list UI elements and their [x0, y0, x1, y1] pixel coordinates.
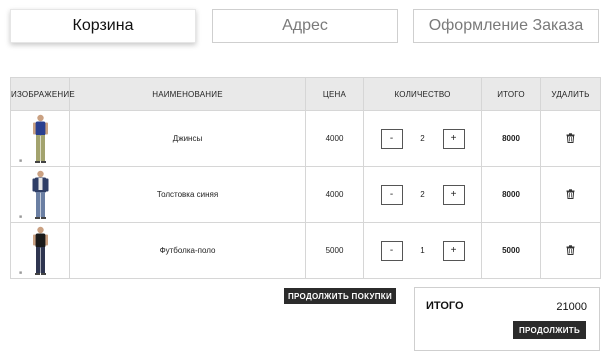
product-price: 4000 [305, 110, 364, 167]
product-price: 4000 [305, 166, 364, 223]
shirt-shape [35, 233, 46, 248]
checkout-button[interactable]: ПРОДОЛЖИТЬ [513, 321, 586, 339]
increase-button[interactable]: + [442, 128, 465, 149]
product-name: Джинсы [69, 110, 306, 167]
pants-left-shape [36, 247, 41, 273]
quantity-stepper: - 1 + [364, 240, 481, 261]
row-total: 8000 [481, 110, 541, 167]
decrease-button[interactable]: - [380, 128, 403, 149]
person-figure-icon [33, 114, 48, 163]
product-name: Толстовка синяя [69, 166, 306, 223]
pants-left-shape [36, 192, 41, 217]
trash-icon[interactable] [566, 244, 575, 257]
summary-total-label: ИТОГО [426, 300, 464, 312]
image-marker-icon: ■ [19, 270, 23, 276]
image-marker-icon: ■ [19, 214, 23, 220]
product-name: Футболка-поло [69, 222, 306, 279]
product-image[interactable]: ■ [11, 223, 70, 278]
pants-right-shape [40, 192, 45, 217]
header-price: ЦЕНА [305, 77, 364, 111]
product-price: 5000 [305, 222, 364, 279]
table-row: ■ Джинсы 4000 - 2 + 8000 [10, 110, 601, 167]
step-address-tab[interactable]: Адрес [212, 9, 398, 43]
row-total: 5000 [481, 222, 541, 279]
quantity-value: 2 [420, 190, 425, 199]
quantity-value: 1 [420, 246, 425, 255]
shirt-shape [35, 121, 46, 136]
header-total: ИТОГО [481, 77, 541, 111]
header-quantity: КОЛИЧЕСТВО [363, 77, 482, 111]
pants-right-shape [40, 247, 45, 273]
quantity-stepper: - 2 + [364, 128, 481, 149]
product-image[interactable]: ■ [11, 111, 70, 166]
order-summary: ИТОГО 21000 ПРОДОЛЖИТЬ [414, 287, 600, 351]
sleeve-left-shape [32, 178, 36, 192]
step-checkout-tab[interactable]: Оформление Заказа [413, 9, 599, 43]
pants-right-shape [40, 135, 45, 161]
header-name: НАИМЕНОВАНИЕ [69, 77, 306, 111]
quantity-stepper: - 2 + [364, 184, 481, 205]
trash-icon[interactable] [566, 188, 575, 201]
table-row: ■ Футболка-поло 5000 - 1 + 5000 [10, 222, 601, 279]
trash-icon[interactable] [566, 132, 575, 145]
increase-button[interactable]: + [442, 240, 465, 261]
summary-total-value: 21000 [556, 301, 587, 313]
cart-table: ИЗОБРАЖЕНИЕ НАИМЕНОВАНИЕ ЦЕНА КОЛИЧЕСТВО… [10, 77, 601, 279]
person-figure-icon [33, 226, 48, 275]
table-header-row: ИЗОБРАЖЕНИЕ НАИМЕНОВАНИЕ ЦЕНА КОЛИЧЕСТВО… [10, 77, 601, 111]
step-cart-tab[interactable]: Корзина [10, 9, 196, 43]
table-row: ■ Толстовка синяя 4000 - 2 + 8000 [10, 166, 601, 223]
image-marker-icon: ■ [19, 158, 23, 164]
checkout-steps: Корзина Адрес Оформление Заказа [10, 9, 600, 45]
pants-left-shape [36, 135, 41, 161]
quantity-value: 2 [420, 134, 425, 143]
decrease-button[interactable]: - [380, 240, 403, 261]
decrease-button[interactable]: - [380, 184, 403, 205]
product-image[interactable]: ■ [11, 167, 70, 222]
continue-shopping-button[interactable]: ПРОДОЛЖИТЬ ПОКУПКИ [284, 288, 396, 304]
person-figure-icon [32, 170, 49, 219]
sleeve-right-shape [45, 178, 49, 192]
header-delete: УДАЛИТЬ [540, 77, 601, 111]
header-image: ИЗОБРАЖЕНИЕ [10, 77, 75, 111]
row-total: 8000 [481, 166, 541, 223]
increase-button[interactable]: + [442, 184, 465, 205]
